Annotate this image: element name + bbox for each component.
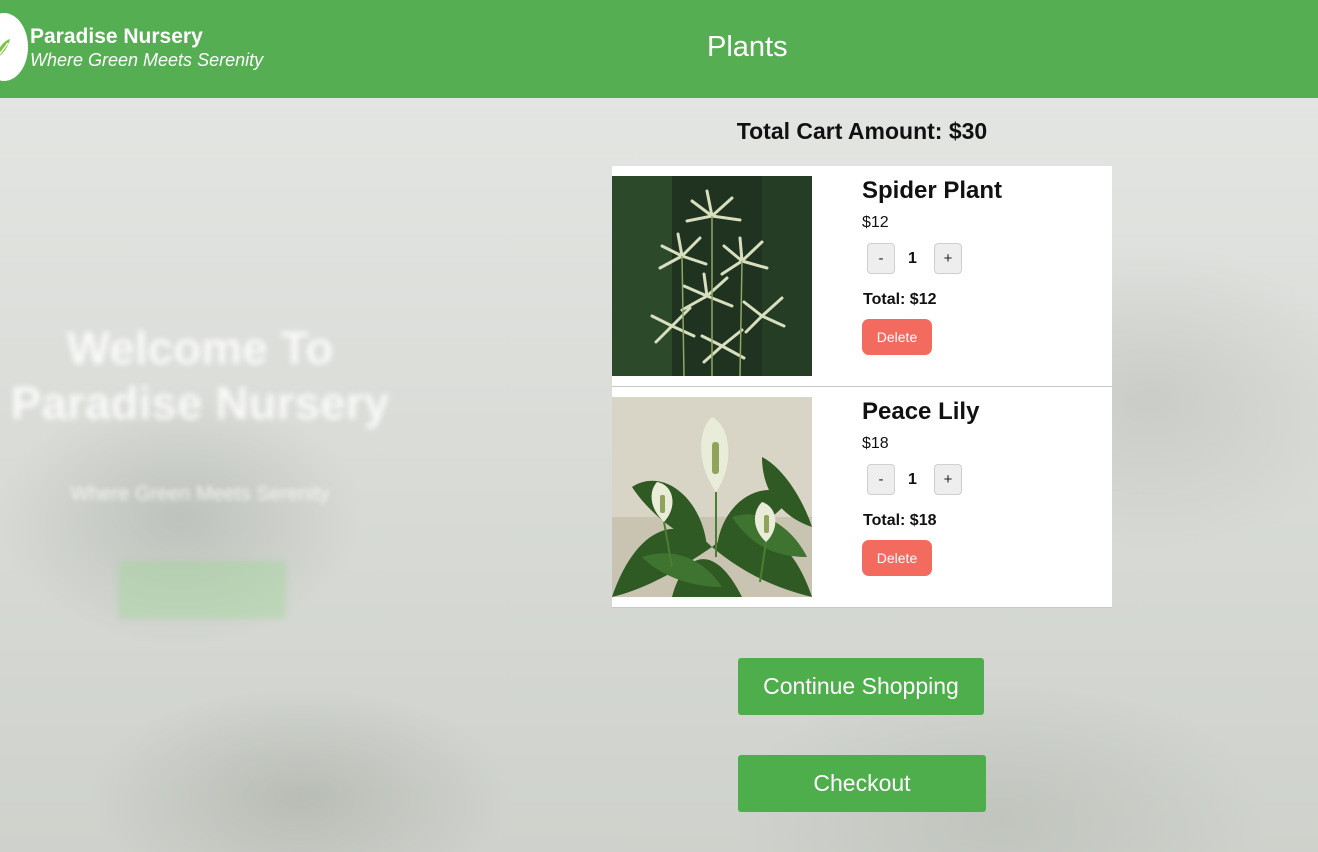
- cart-item-total: Total: $12: [863, 291, 937, 308]
- quantity-value: 1: [908, 471, 917, 488]
- decrement-button[interactable]: -: [867, 464, 895, 495]
- checkout-button[interactable]: Checkout: [738, 755, 986, 812]
- decrement-button[interactable]: -: [867, 243, 895, 274]
- background-welcome-line2: Paradise Nursery: [10, 377, 390, 429]
- spider-plant-image: [612, 176, 812, 376]
- increment-button[interactable]: +: [934, 464, 962, 495]
- logo[interactable]: [0, 13, 28, 81]
- cart-item-name: Spider Plant: [862, 177, 1003, 204]
- brand-tagline: Where Green Meets Serenity: [30, 50, 264, 70]
- cart-total-amount: Total Cart Amount: $30: [736, 118, 988, 144]
- delete-button[interactable]: Delete: [862, 319, 932, 355]
- cart-item: Peace Lily $18 - 1 + Total: $18 Delete: [612, 387, 1112, 608]
- cart-item-total: Total: $18: [863, 512, 937, 529]
- top-navbar: Paradise Nursery Where Green Meets Seren…: [0, 0, 1318, 98]
- cart-item: Spider Plant $12 - 1 + Total: $12 Delete: [612, 166, 1112, 387]
- quantity-value: 1: [908, 250, 917, 267]
- cart-item-price: $12: [862, 214, 889, 231]
- peace-lily-image: [612, 397, 812, 597]
- cart-item-name: Peace Lily: [862, 398, 980, 425]
- cart-item-price: $18: [862, 435, 889, 452]
- leaf-icon: [0, 39, 10, 56]
- background-button: [118, 561, 286, 619]
- background-welcome-line1: Welcome To: [66, 322, 334, 374]
- brand-name[interactable]: Paradise Nursery: [30, 25, 203, 49]
- nav-link-plants[interactable]: Plants: [707, 31, 788, 64]
- increment-button[interactable]: +: [934, 243, 962, 274]
- continue-shopping-button[interactable]: Continue Shopping: [738, 658, 984, 715]
- background-subtitle: Where Green Meets Serenity: [70, 483, 330, 505]
- delete-button[interactable]: Delete: [862, 540, 932, 576]
